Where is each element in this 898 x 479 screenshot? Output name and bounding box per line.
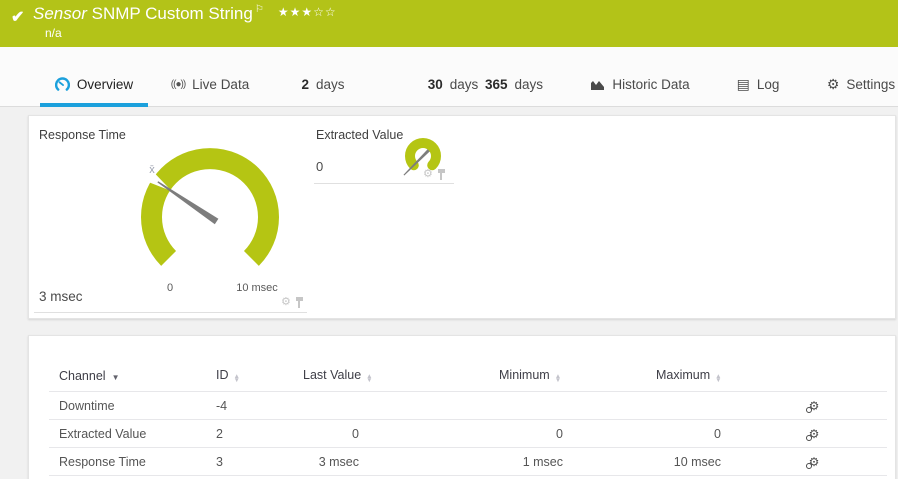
priority-stars[interactable]: ★★★☆☆ [278, 5, 337, 19]
widget-gear-icon[interactable]: ⚙ [423, 169, 433, 180]
response-time-gauge: x̄ [141, 148, 279, 266]
cell-maximum: 0 [714, 426, 721, 441]
active-tab-indicator [40, 103, 148, 107]
cell-minimum: 0 [556, 426, 563, 441]
cell-channel: Extracted Value [59, 426, 147, 441]
tab-bar: Overview ((●)) Live Data 2 days 30 days … [0, 47, 898, 107]
tab-label: Overview [76, 77, 134, 92]
tab-365-days[interactable]: 365 days [482, 62, 546, 107]
header-id[interactable]: ID ▲ ▼ [216, 368, 291, 384]
average-marker-label: x̄ [149, 164, 155, 176]
sort-desc-icon: ▼ [111, 372, 120, 382]
widget-gear-icon[interactable]: ⚙ [281, 297, 291, 308]
header-last-value[interactable]: Last Value ▲ ▼ [291, 368, 401, 384]
extracted-value-current-value: 0 [316, 159, 324, 174]
status-ok-check-icon: ✔ [11, 9, 25, 26]
extracted-value-gauge-title: Extracted Value [316, 128, 404, 142]
flag-icon[interactable]: ⚐ [255, 4, 264, 15]
tab-number: 30 [427, 77, 443, 92]
header-minimum[interactable]: Minimum ▲ ▼ [401, 368, 591, 384]
tab-2-days[interactable]: 2 days [293, 62, 353, 107]
cell-last-value: 3 msec [318, 454, 359, 469]
tab-historic-data[interactable]: Historic Data [590, 62, 690, 107]
cell-channel: Response Time [59, 454, 146, 469]
widget-pin-icon[interactable] [295, 297, 304, 308]
sensor-type-label: Sensor [33, 4, 87, 23]
response-time-gauge-title: Response Time [39, 128, 126, 142]
table-row-response-time[interactable]: Response Time 3 3 msec 1 msec 10 msec ⚙ [49, 448, 887, 476]
header-maximum[interactable]: Maximum ▲ ▼ [591, 368, 741, 384]
edit-channel-gear-icon[interactable]: ⚙ [805, 399, 819, 413]
tab-number: 365 [484, 77, 508, 92]
tab-log[interactable]: ▤ Log [735, 62, 781, 107]
gauge-max-tick: 10 msec [236, 282, 278, 294]
sort-icon: ▲ ▼ [233, 372, 240, 384]
tab-overview[interactable]: Overview [40, 62, 148, 107]
cell-id: 2 [216, 426, 223, 441]
edit-channel-gear-icon[interactable]: ⚙ [805, 427, 819, 441]
prtg-sensor-page: ✔ Sensor SNMP Custom String ⚐ ★★★☆☆ n/a Ov… [0, 0, 898, 479]
sort-icon: ▲ ▼ [554, 372, 562, 384]
table-header-row: Channel ▼ ID ▲ ▼ Last Value ▲ ▼ Minimum ▲ ▼ Max… [49, 360, 887, 392]
response-time-current-value: 3 msec [39, 289, 83, 304]
table-row-downtime[interactable]: Downtime -4 ⚙ [49, 392, 887, 420]
header-channel[interactable]: Channel ▼ [49, 369, 216, 383]
tab-settings[interactable]: ⚙ Settings [824, 62, 898, 107]
channels-table: Channel ▼ ID ▲ ▼ Last Value ▲ ▼ Minimum ▲ ▼ Max… [49, 360, 887, 476]
tab-label: Live Data [192, 77, 250, 92]
tab-number: 2 [301, 77, 309, 92]
sensor-header: ✔ Sensor SNMP Custom String ⚐ ★★★☆☆ n/a [0, 0, 898, 47]
area-chart-icon [591, 80, 605, 90]
widget-pin-icon[interactable] [437, 169, 446, 180]
tab-label: days [449, 77, 479, 92]
cell-channel: Downtime [59, 398, 115, 413]
tab-label: Settings [846, 77, 896, 92]
gear-icon: ⚙ [826, 76, 840, 92]
sort-icon: ▲ ▼ [366, 372, 373, 384]
broadcast-icon: ((●)) [170, 79, 186, 90]
tab-live-data[interactable]: ((●)) Live Data [158, 62, 262, 107]
cell-id: 3 [216, 454, 223, 469]
response-time-widget-tools: ⚙ [281, 297, 304, 308]
widget-divider [34, 312, 307, 313]
table-row-extracted-value[interactable]: Extracted Value 2 0 0 0 ⚙ [49, 420, 887, 448]
tab-30-days[interactable]: 30 days [420, 62, 486, 107]
cell-minimum: 1 msec [522, 454, 563, 469]
tab-label: Historic Data [612, 77, 690, 92]
page-title: Sensor SNMP Custom String ⚐ ★★★☆☆ [33, 4, 337, 24]
log-list-icon: ▤ [736, 76, 750, 92]
sensor-name: SNMP Custom String [91, 4, 253, 23]
gauge-needle [157, 181, 219, 225]
gauge-min-tick: 0 [166, 282, 174, 294]
edit-channel-gear-icon[interactable]: ⚙ [805, 455, 819, 469]
cell-id: -4 [216, 398, 228, 413]
cell-maximum: 10 msec [673, 454, 721, 469]
widget-divider [314, 183, 454, 184]
extracted-value-widget-tools: ⚙ [423, 169, 446, 180]
gauge-icon [54, 77, 70, 91]
sensor-status-text: n/a [45, 26, 62, 40]
channels-panel: Channel ▼ ID ▲ ▼ Last Value ▲ ▼ Minimum ▲ ▼ Max… [28, 335, 896, 479]
tab-label: days [514, 77, 544, 92]
gauges-panel: Response Time x̄ 0 10 msec 3 msec ⚙ Extr… [28, 115, 896, 319]
tab-label: Log [756, 77, 780, 92]
sort-icon: ▲ ▼ [715, 372, 722, 384]
tab-label: days [315, 77, 345, 92]
cell-last-value: 0 [352, 426, 359, 441]
